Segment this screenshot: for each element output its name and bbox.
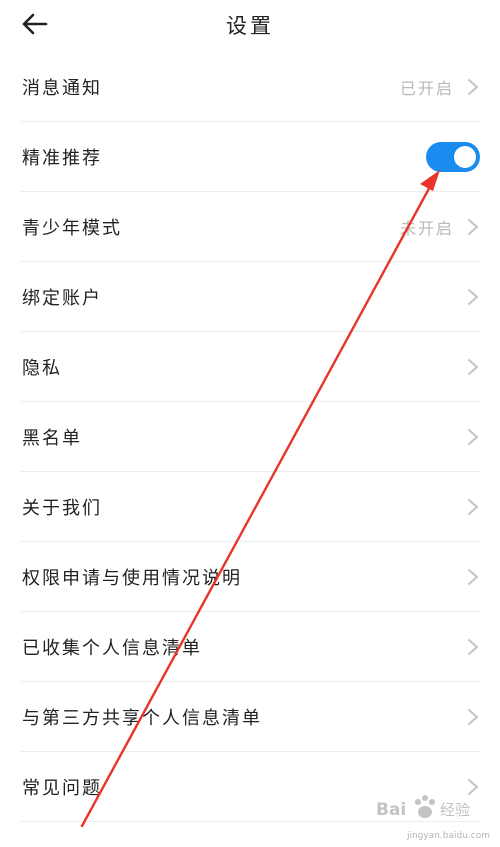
row-label: 黑名单	[22, 428, 82, 449]
status-text: 未开启	[399, 219, 454, 238]
svg-text:经验: 经验	[440, 801, 470, 819]
chevron-right-icon	[468, 359, 478, 375]
chevron-right-icon	[468, 639, 478, 655]
settings-row-linked-accounts[interactable]: 绑定账户	[0, 262, 500, 332]
settings-row-privacy[interactable]: 隐私	[0, 332, 500, 402]
toggle-knob	[454, 146, 476, 168]
settings-row-third-party-sharing[interactable]: 与第三方共享个人信息清单	[0, 682, 500, 752]
row-label: 消息通知	[22, 78, 102, 99]
watermark-url: jingyan.baidu.com	[406, 831, 490, 841]
settings-row-permissions[interactable]: 权限申请与使用情况说明	[0, 542, 500, 612]
settings-row-precise-recommendation: 精准推荐	[0, 122, 500, 192]
row-label: 精准推荐	[22, 148, 102, 169]
chevron-right-icon	[468, 429, 478, 445]
header: 设置	[0, 0, 500, 52]
chevron-right-icon	[468, 219, 478, 235]
svg-text:Bai: Bai	[376, 800, 406, 820]
chevron-right-icon	[468, 709, 478, 725]
page-title: 设置	[226, 14, 274, 38]
baidu-jingyan-watermark: Bai 经验	[376, 795, 470, 820]
settings-row-teen-mode[interactable]: 青少年模式 未开启	[0, 192, 500, 262]
chevron-right-icon	[468, 499, 478, 515]
settings-row-blacklist[interactable]: 黑名单	[0, 402, 500, 472]
row-label: 隐私	[22, 358, 62, 379]
row-label: 绑定账户	[22, 288, 102, 309]
row-label: 常见问题	[22, 778, 102, 799]
settings-row-notifications[interactable]: 消息通知 已开启	[0, 52, 500, 122]
row-label: 权限申请与使用情况说明	[22, 568, 242, 589]
settings-row-collected-info[interactable]: 已收集个人信息清单	[0, 612, 500, 682]
precise-recommendation-toggle[interactable]	[426, 142, 480, 172]
settings-list: 消息通知 已开启 精准推荐 青少年模式 未开启 绑定账户 隐私 黑名单 关于我们…	[0, 52, 500, 822]
chevron-right-icon	[468, 569, 478, 585]
row-label: 已收集个人信息清单	[22, 638, 202, 659]
row-label: 青少年模式	[22, 218, 122, 239]
row-label: 关于我们	[22, 498, 102, 519]
status-text: 已开启	[399, 79, 454, 98]
chevron-right-icon	[468, 289, 478, 305]
chevron-right-icon	[468, 79, 478, 95]
row-label: 与第三方共享个人信息清单	[22, 708, 262, 729]
settings-row-about-us[interactable]: 关于我们	[0, 472, 500, 542]
